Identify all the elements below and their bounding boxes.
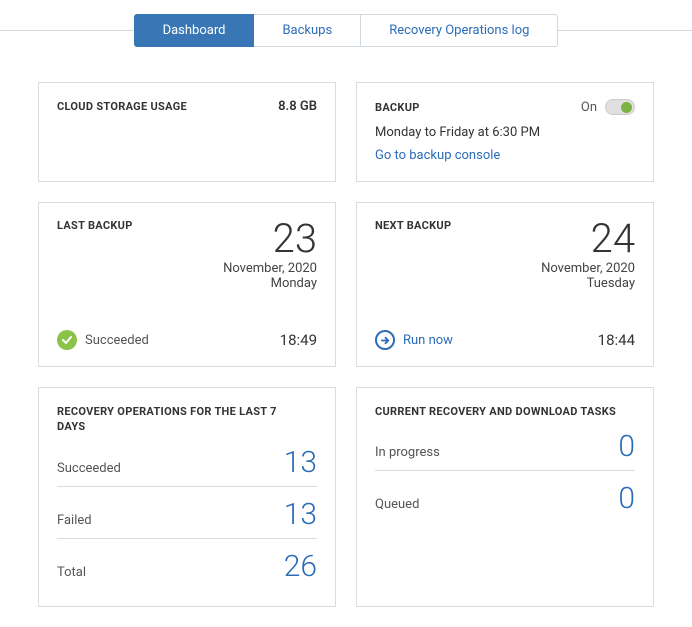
tasks-row-inprogress: In progress 0 [375,419,635,471]
check-icon [57,330,77,350]
last-backup-card: LAST BACKUP 23 November, 2020 Monday Suc… [38,202,336,367]
next-backup-card: NEXT BACKUP 24 November, 2020 Tuesday Ru… [356,202,654,367]
tasks-inprogress-label: In progress [375,445,440,460]
recovery-row-succeeded: Succeeded 13 [57,435,317,487]
last-backup-status: Succeeded [57,330,149,350]
next-backup-month-year: November, 2020 [541,261,635,276]
tasks-queued-value: 0 [618,481,635,516]
last-backup-weekday: Monday [223,276,317,291]
tabs-bar: Dashboard Backups Recovery Operations lo… [0,0,692,47]
backup-schedule-text: Monday to Friday at 6:30 PM [375,125,635,140]
recovery-failed-label: Failed [57,513,92,528]
recovery-failed-value: 13 [284,497,317,532]
tab-dashboard[interactable]: Dashboard [134,14,255,47]
last-backup-time: 18:49 [280,331,317,349]
recovery-ops-title: RECOVERY OPERATIONS FOR THE LAST 7 DAYS [57,404,307,435]
backup-toggle[interactable] [605,99,635,115]
next-backup-time: 18:44 [598,331,635,349]
current-tasks-card: CURRENT RECOVERY AND DOWNLOAD TASKS In p… [356,387,654,607]
dashboard-grid: CLOUD STORAGE USAGE 8.8 GB BACKUP On Mon… [0,47,692,627]
recovery-ops-card: RECOVERY OPERATIONS FOR THE LAST 7 DAYS … [38,387,336,607]
tasks-queued-label: Queued [375,497,419,512]
recovery-total-label: Total [57,565,86,580]
next-backup-day: 24 [541,219,635,259]
cloud-storage-title: CLOUD STORAGE USAGE [57,99,187,165]
recovery-row-total: Total 26 [57,539,317,590]
tasks-row-queued: Queued 0 [375,471,635,522]
backup-status-label: On [581,100,597,115]
run-now-button[interactable]: Run now [375,330,453,350]
backup-settings-card: BACKUP On Monday to Friday at 6:30 PM Go… [356,82,654,182]
cloud-storage-value: 8.8 GB [278,99,317,165]
cloud-storage-card: CLOUD STORAGE USAGE 8.8 GB [38,82,336,182]
backup-settings-title: BACKUP [375,101,420,114]
last-backup-day: 23 [223,219,317,259]
last-backup-status-label: Succeeded [85,333,149,348]
tab-recovery-log[interactable]: Recovery Operations log [361,14,558,47]
last-backup-title: LAST BACKUP [57,219,133,291]
next-backup-title: NEXT BACKUP [375,219,451,291]
recovery-row-failed: Failed 13 [57,487,317,539]
tasks-inprogress-value: 0 [618,429,635,464]
run-now-label: Run now [403,333,453,348]
recovery-succeeded-value: 13 [284,445,317,480]
recovery-succeeded-label: Succeeded [57,461,121,476]
current-tasks-title: CURRENT RECOVERY AND DOWNLOAD TASKS [375,404,625,419]
backup-console-link[interactable]: Go to backup console [375,148,500,163]
tab-backups[interactable]: Backups [254,14,361,47]
last-backup-month-year: November, 2020 [223,261,317,276]
recovery-total-value: 26 [284,549,317,584]
arrow-right-icon [375,330,395,350]
next-backup-weekday: Tuesday [541,276,635,291]
